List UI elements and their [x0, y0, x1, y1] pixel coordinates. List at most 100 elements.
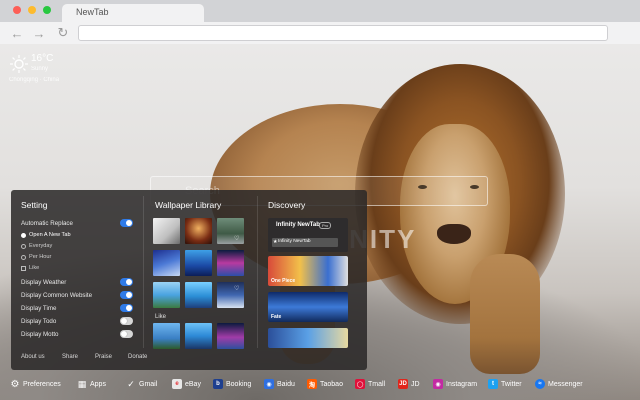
- radio-selected-icon: [21, 232, 26, 238]
- setting-title: Setting: [21, 200, 48, 210]
- weather-widget[interactable]: 16°C Sunny Chongqing · China: [9, 52, 79, 86]
- radio-label: Per Hour: [29, 254, 52, 260]
- checkbox-icon: [21, 265, 26, 271]
- discovery-card[interactable]: [268, 328, 348, 348]
- heart-icon[interactable]: ♡: [234, 285, 239, 292]
- column-divider: [257, 196, 258, 348]
- wallpaper-thumbnail[interactable]: [153, 250, 180, 276]
- browser-toolbar: ← → ↻: [0, 22, 640, 44]
- wallpaper-thumbnail[interactable]: [185, 250, 212, 276]
- shortcut-twitter[interactable]: t Twitter: [488, 378, 522, 390]
- discovery-card-one-piece[interactable]: One Piece: [268, 256, 348, 286]
- display-motto-toggle[interactable]: [120, 330, 133, 338]
- checkbox-like[interactable]: Like: [21, 265, 39, 271]
- display-common-website-toggle[interactable]: [120, 291, 133, 299]
- bottom-bar-label: Instagram: [446, 380, 478, 388]
- wallpaper-library-title: Wallpaper Library: [155, 200, 222, 210]
- discovery-featured-title: Infinity NewTab: [276, 222, 320, 228]
- maximize-window-icon[interactable]: [43, 6, 51, 14]
- check-icon: ✓: [127, 378, 135, 389]
- tab-newtab[interactable]: NewTab: [62, 4, 204, 22]
- weather-condition: Sunny: [31, 66, 49, 72]
- wallpaper-thumbnail[interactable]: [153, 218, 180, 244]
- back-arrow-icon[interactable]: ←: [9, 25, 25, 41]
- shortcut-ebay[interactable]: e eBay: [172, 378, 201, 390]
- display-todo-toggle[interactable]: [120, 317, 133, 325]
- address-bar[interactable]: [78, 25, 608, 41]
- weather-city: Chongqing · China: [9, 77, 60, 83]
- wallpaper-thumbnail[interactable]: [153, 282, 180, 308]
- share-link[interactable]: Share: [62, 354, 78, 360]
- discovery-title: Discovery: [268, 200, 306, 210]
- shortcut-gmail[interactable]: ✓ Gmail: [126, 378, 157, 390]
- shortcut-taobao[interactable]: 淘 Taobao: [307, 378, 343, 390]
- radio-per-hour[interactable]: Per Hour: [21, 254, 51, 260]
- bottom-bar: ⚙ Preferences ▦ Apps ✓ Gmail e eBay b Bo…: [0, 374, 640, 394]
- bottom-bar-label: Preferences: [23, 380, 61, 388]
- about-us-link[interactable]: About us: [21, 354, 45, 360]
- weather-temperature: 16°C: [31, 53, 54, 64]
- bottom-bar-label: Taobao: [320, 380, 343, 388]
- shortcut-baidu[interactable]: ◉ Baidu: [264, 378, 295, 390]
- wallpaper-thumbnail[interactable]: ♡: [217, 282, 244, 308]
- wallpaper-thumbnail[interactable]: [217, 250, 244, 276]
- shortcut-jd[interactable]: JD JD: [398, 378, 420, 390]
- pro-badge: Pro: [319, 222, 332, 229]
- twitter-icon: t: [488, 379, 498, 389]
- bottom-bar-label: Baidu: [277, 380, 295, 388]
- display-common-website-label: Display Common Website: [21, 292, 93, 299]
- wallpaper-thumbnail[interactable]: ♡: [217, 218, 244, 244]
- jd-icon: JD: [398, 379, 408, 389]
- shortcut-instagram[interactable]: ◉ Instagram: [433, 378, 477, 390]
- close-window-icon[interactable]: [13, 6, 21, 14]
- praise-link[interactable]: Praise: [95, 354, 112, 360]
- checkbox-label: Like: [29, 265, 40, 271]
- display-time-toggle[interactable]: [120, 304, 133, 312]
- radio-everyday[interactable]: Everyday: [21, 243, 52, 249]
- display-weather-toggle[interactable]: [120, 278, 133, 286]
- discovery-featured-card[interactable]: Infinity NewTab Pro ★ Infinity NewTab: [268, 218, 348, 252]
- apps-button[interactable]: ▦ Apps: [77, 378, 106, 390]
- display-motto-label: Display Motto: [21, 331, 59, 338]
- radio-icon: [21, 243, 26, 249]
- background-lion-foreleg: [470, 254, 540, 374]
- instagram-icon: ◉: [433, 379, 443, 389]
- automatic-replace-toggle[interactable]: [120, 219, 133, 227]
- gear-icon: ⚙: [10, 378, 20, 390]
- minimize-window-icon[interactable]: [28, 6, 36, 14]
- browser-chrome: NewTab ← → ↻: [0, 0, 640, 44]
- radio-label: Everyday: [29, 243, 53, 249]
- shortcut-tmall[interactable]: ◯ Tmall: [355, 378, 385, 390]
- sun-icon: [10, 55, 28, 73]
- tmall-icon: ◯: [355, 379, 365, 389]
- bottom-bar-label: Gmail: [139, 380, 158, 388]
- taobao-icon: 淘: [307, 379, 317, 389]
- wallpaper-thumbnail[interactable]: [185, 282, 212, 308]
- tab-strip: NewTab: [0, 0, 640, 22]
- discovery-card-fate[interactable]: Fate: [268, 292, 348, 322]
- forward-arrow-icon[interactable]: →: [31, 25, 47, 41]
- bottom-bar-label: Booking: [226, 380, 252, 388]
- ebay-icon: e: [172, 379, 182, 389]
- column-divider: [143, 196, 144, 348]
- wallpaper-thumbnail[interactable]: [217, 323, 244, 349]
- bottom-bar-label: Tmall: [368, 380, 386, 388]
- radio-label: Open A New Tab: [29, 232, 71, 238]
- wallpaper-thumbnail[interactable]: [185, 323, 212, 349]
- bottom-bar-label: Twitter: [501, 380, 522, 388]
- heart-icon[interactable]: ♡: [234, 235, 239, 242]
- wallpaper-thumbnail[interactable]: [185, 218, 212, 244]
- display-time-label: Display Time: [21, 305, 57, 312]
- apps-grid-icon: ▦: [77, 378, 87, 389]
- donate-link[interactable]: Donate: [128, 354, 147, 360]
- automatic-replace-label: Automatic Replace: [21, 220, 73, 227]
- radio-open-new-tab[interactable]: Open A New Tab: [21, 232, 71, 238]
- preferences-button[interactable]: ⚙ Preferences: [10, 378, 61, 390]
- bottom-bar-label: JD: [411, 380, 420, 388]
- settings-panel: Setting Wallpaper Library Discovery Auto…: [11, 190, 367, 370]
- puzzle-icon: ★: [273, 239, 278, 245]
- wallpaper-thumbnail[interactable]: [153, 323, 180, 349]
- shortcut-booking[interactable]: b Booking: [213, 378, 251, 390]
- shortcut-messenger[interactable]: ≈ Messenger: [535, 378, 583, 390]
- reload-icon[interactable]: ↻: [55, 25, 71, 41]
